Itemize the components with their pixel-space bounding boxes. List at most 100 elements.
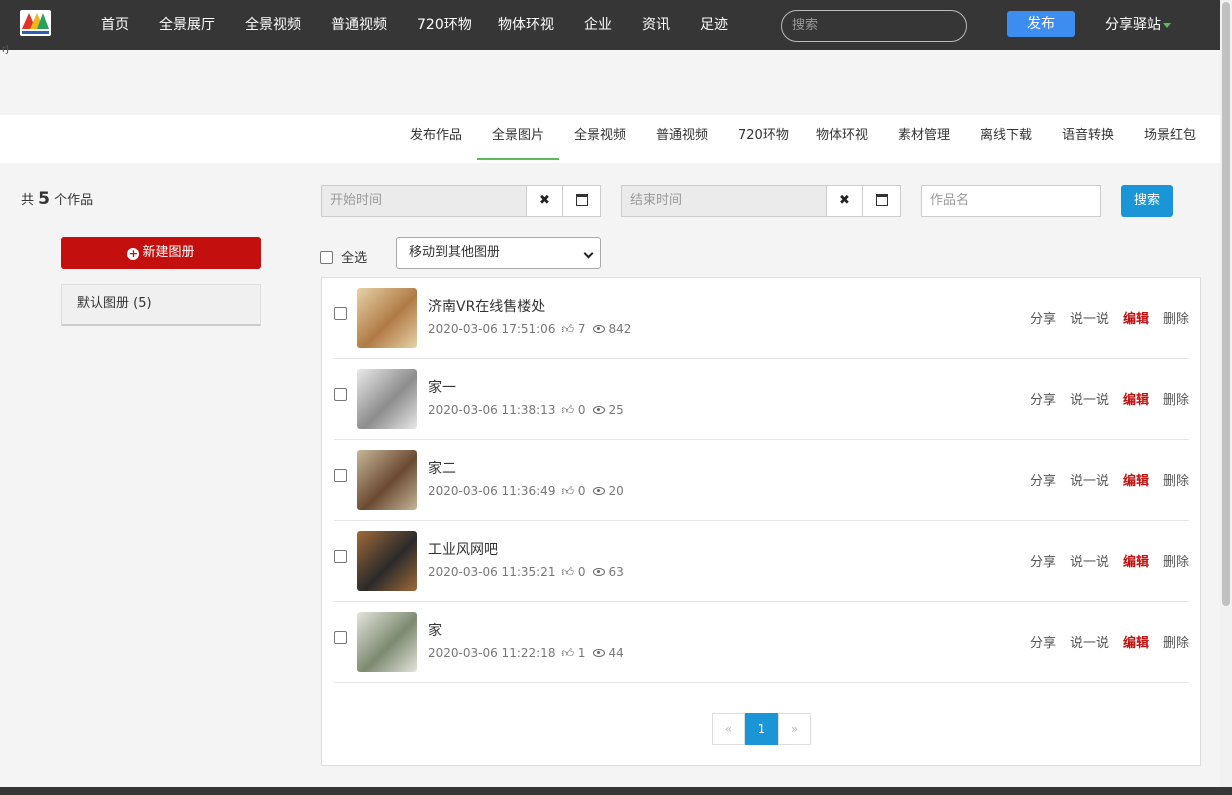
page-prev-button[interactable]: « bbox=[712, 713, 745, 745]
edit-button[interactable]: 编辑 bbox=[1123, 636, 1149, 651]
nav-news[interactable]: 资讯 bbox=[642, 0, 670, 50]
stray-text: rJ bbox=[2, 44, 10, 55]
delete-button[interactable]: 删除 bbox=[1163, 555, 1189, 570]
share-button[interactable]: 分享 bbox=[1030, 393, 1056, 408]
delete-button[interactable]: 删除 bbox=[1163, 636, 1189, 651]
work-checkbox[interactable] bbox=[334, 631, 347, 644]
edit-button[interactable]: 编辑 bbox=[1123, 312, 1149, 327]
vertical-scrollbar[interactable] bbox=[1220, 0, 1232, 788]
select-all[interactable]: 全选 bbox=[320, 247, 367, 266]
eye-icon bbox=[593, 406, 606, 414]
work-thumbnail[interactable] bbox=[357, 288, 417, 348]
nav-720-object[interactable]: 720环物 bbox=[417, 0, 472, 50]
work-likes: 7 bbox=[577, 322, 586, 336]
nav-footprint[interactable]: 足迹 bbox=[700, 0, 728, 50]
user-name: 分享驿站 bbox=[1105, 17, 1161, 33]
global-search-input[interactable]: 搜索 bbox=[781, 10, 967, 42]
start-time-input[interactable]: 开始时间 bbox=[321, 185, 527, 217]
work-title[interactable]: 工业风网吧 bbox=[428, 539, 498, 559]
new-album-button[interactable]: + 新建图册 bbox=[61, 237, 261, 269]
nav-panorama-video[interactable]: 全景视频 bbox=[245, 0, 301, 50]
work-actions: 分享 说一说 编辑 删除 bbox=[1016, 470, 1189, 489]
work-title[interactable]: 济南VR在线售楼处 bbox=[428, 296, 545, 316]
delete-button[interactable]: 删除 bbox=[1163, 393, 1189, 408]
user-menu[interactable]: 分享驿站 bbox=[1105, 0, 1171, 50]
tab-offline-download[interactable]: 离线下载 bbox=[980, 115, 1032, 160]
nav-object-view[interactable]: 物体环视 bbox=[498, 0, 554, 50]
thumbs-up-icon: 👍︎ bbox=[561, 565, 574, 579]
nav-normal-video[interactable]: 普通视频 bbox=[331, 0, 387, 50]
work-checkbox[interactable] bbox=[334, 550, 347, 563]
work-row: 工业风网吧 2020-03-06 11:35:21 👍︎ 0 63 分享 说一说 编辑 删除 bbox=[334, 521, 1189, 602]
comment-button[interactable]: 说一说 bbox=[1070, 393, 1109, 408]
work-views: 842 bbox=[608, 322, 632, 336]
edit-button[interactable]: 编辑 bbox=[1123, 555, 1149, 570]
works-subnav: 发布作品 全景图片 全景视频 普通视频 720环物 物体环视 素材管理 离线下载… bbox=[0, 115, 1220, 163]
close-icon: ✖ bbox=[839, 193, 850, 208]
tab-red-packet[interactable]: 场景红包 bbox=[1144, 115, 1196, 160]
work-likes: 1 bbox=[577, 646, 586, 660]
work-date: 2020-03-06 17:51:06 bbox=[428, 322, 556, 336]
work-checkbox[interactable] bbox=[334, 388, 347, 401]
search-button[interactable]: 搜索 bbox=[1121, 185, 1173, 217]
work-checkbox[interactable] bbox=[334, 469, 347, 482]
calendar-icon bbox=[875, 194, 888, 206]
thumbs-up-icon: 👍︎ bbox=[561, 484, 574, 498]
delete-button[interactable]: 删除 bbox=[1163, 312, 1189, 327]
share-button[interactable]: 分享 bbox=[1030, 474, 1056, 489]
nav-enterprise[interactable]: 企业 bbox=[584, 0, 612, 50]
work-name-input[interactable]: 作品名 bbox=[921, 185, 1101, 217]
share-button[interactable]: 分享 bbox=[1030, 636, 1056, 651]
select-all-label: 全选 bbox=[341, 251, 368, 266]
comment-button[interactable]: 说一说 bbox=[1070, 555, 1109, 570]
end-time-input[interactable]: 结束时间 bbox=[621, 185, 827, 217]
tab-object-view[interactable]: 物体环视 bbox=[816, 115, 868, 160]
page-next-button[interactable]: » bbox=[778, 713, 811, 745]
work-thumbnail[interactable] bbox=[357, 369, 417, 429]
move-to-album-select[interactable]: 移动到其他图册 bbox=[396, 237, 601, 269]
publish-button[interactable]: 发布 bbox=[1007, 11, 1075, 37]
scrollbar-thumb[interactable] bbox=[1222, 2, 1230, 606]
edit-button[interactable]: 编辑 bbox=[1123, 393, 1149, 408]
tab-720-object[interactable]: 720环物 bbox=[738, 115, 789, 160]
tab-panorama-video[interactable]: 全景视频 bbox=[574, 115, 626, 160]
work-title[interactable]: 家 bbox=[428, 620, 442, 640]
comment-button[interactable]: 说一说 bbox=[1070, 312, 1109, 327]
comment-button[interactable]: 说一说 bbox=[1070, 474, 1109, 489]
work-thumbnail[interactable] bbox=[357, 612, 417, 672]
work-views: 44 bbox=[608, 646, 624, 660]
eye-icon bbox=[593, 487, 606, 495]
page-current-button[interactable]: 1 bbox=[745, 713, 778, 745]
comment-button[interactable]: 说一说 bbox=[1070, 636, 1109, 651]
close-icon: ✖ bbox=[539, 193, 550, 208]
clear-end-time-button[interactable]: ✖ bbox=[826, 185, 863, 217]
top-navbar: 首页 全景展厅 全景视频 普通视频 720环物 物体环视 企业 资讯 足迹 搜索… bbox=[0, 0, 1220, 50]
tab-publish[interactable]: 发布作品 bbox=[410, 115, 462, 160]
start-calendar-button[interactable] bbox=[562, 185, 601, 217]
work-title[interactable]: 家一 bbox=[428, 377, 456, 397]
work-row: 家 2020-03-06 11:22:18 👍︎ 1 44 分享 说一说 编辑 删除 bbox=[334, 602, 1189, 683]
album-item-default[interactable]: 默认图册 (5) bbox=[61, 284, 261, 326]
edit-button[interactable]: 编辑 bbox=[1123, 474, 1149, 489]
select-all-checkbox[interactable] bbox=[320, 251, 333, 264]
share-button[interactable]: 分享 bbox=[1030, 555, 1056, 570]
clear-start-time-button[interactable]: ✖ bbox=[526, 185, 563, 217]
share-button[interactable]: 分享 bbox=[1030, 312, 1056, 327]
nav-panorama-hall[interactable]: 全景展厅 bbox=[159, 0, 215, 50]
tab-panorama-images[interactable]: 全景图片 bbox=[477, 115, 559, 160]
work-checkbox[interactable] bbox=[334, 307, 347, 320]
work-row: 家二 2020-03-06 11:36:49 👍︎ 0 20 分享 说一说 编辑 删除 bbox=[334, 440, 1189, 521]
delete-button[interactable]: 删除 bbox=[1163, 474, 1189, 489]
tab-normal-video[interactable]: 普通视频 bbox=[656, 115, 708, 160]
work-title[interactable]: 家二 bbox=[428, 458, 456, 478]
move-to-album-value: 移动到其他图册 bbox=[409, 245, 501, 260]
tab-voice-convert[interactable]: 语音转换 bbox=[1062, 115, 1114, 160]
nav-home[interactable]: 首页 bbox=[101, 0, 129, 50]
end-calendar-button[interactable] bbox=[862, 185, 901, 217]
work-thumbnail[interactable] bbox=[357, 531, 417, 591]
new-album-label: 新建图册 bbox=[142, 245, 195, 260]
site-logo[interactable] bbox=[20, 10, 51, 36]
tab-assets[interactable]: 素材管理 bbox=[898, 115, 950, 160]
work-thumbnail[interactable] bbox=[357, 450, 417, 510]
work-views: 20 bbox=[608, 484, 624, 498]
